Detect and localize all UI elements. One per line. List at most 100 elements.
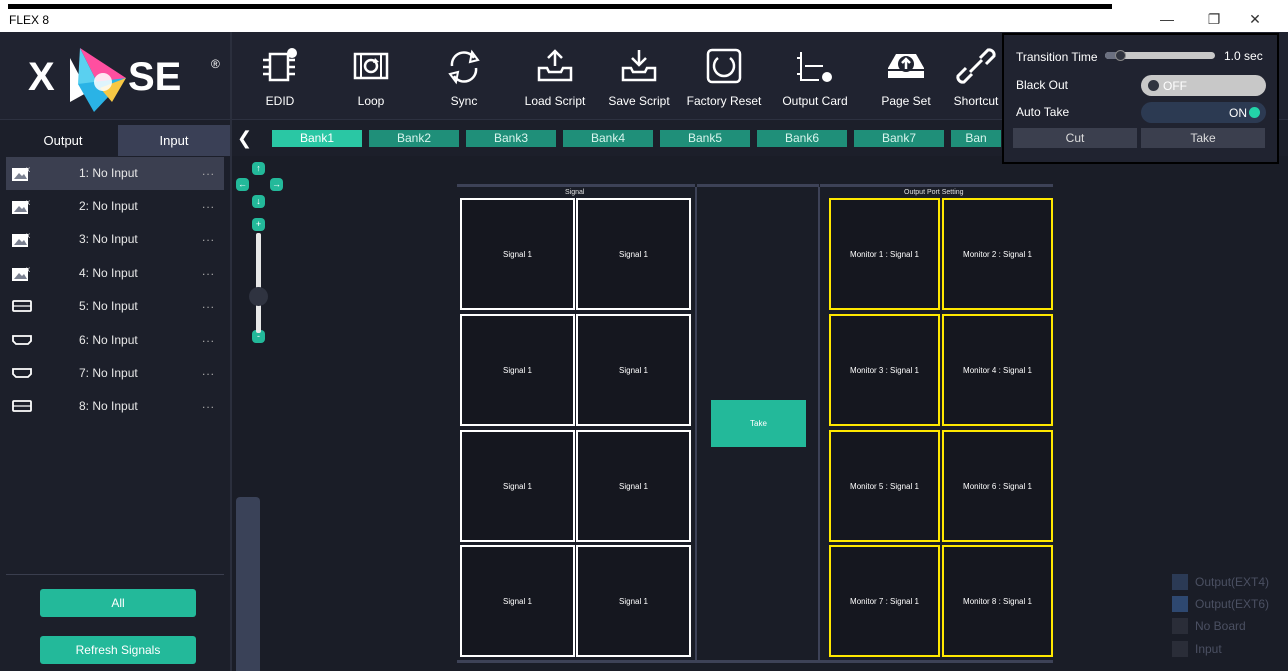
input-row-8[interactable]: 8: No Input ...	[6, 390, 224, 423]
input-more-button[interactable]: ...	[202, 197, 215, 211]
shortcut-button[interactable]: Shortcut	[948, 40, 1004, 116]
transition-time-value: 1.0 sec	[1224, 49, 1263, 63]
monitor-cell[interactable]: Monitor 3 : Signal 1	[829, 314, 940, 426]
bank-tab-8[interactable]: Ban	[951, 130, 1001, 147]
minimize-button[interactable]: —	[1150, 8, 1184, 30]
bank-tab-5[interactable]: Bank5	[660, 130, 750, 147]
input-row-6[interactable]: 6: No Input ...	[6, 324, 224, 357]
signal-cell[interactable]: Signal 1	[576, 545, 691, 657]
popup-take-button[interactable]: Take	[1141, 128, 1265, 148]
signal-cell[interactable]: Signal 1	[576, 198, 691, 310]
signal-cell[interactable]: Signal 1	[460, 198, 575, 310]
output-card-button[interactable]: Output Card	[777, 40, 853, 116]
nav-down-button[interactable]: ↓	[252, 195, 265, 208]
refresh-signals-button[interactable]: Refresh Signals	[40, 636, 196, 664]
legend-swatch	[1172, 641, 1188, 657]
zoom-in-button[interactable]: +	[252, 218, 265, 231]
input-row-2[interactable]: x 2: No Input ...	[6, 190, 224, 223]
page-set-icon	[888, 54, 924, 78]
svg-text:x: x	[26, 231, 30, 240]
input-row-7[interactable]: 7: No Input ...	[6, 357, 224, 390]
signal-panel-title: Signal	[565, 189, 585, 196]
signal-cell[interactable]: Signal 1	[460, 545, 575, 657]
input-more-button[interactable]: ...	[202, 264, 215, 278]
input-more-button[interactable]: ...	[202, 397, 215, 411]
legend-label: No Board	[1195, 619, 1246, 633]
xpose-logo: X SE ®	[28, 48, 220, 112]
load-script-button[interactable]: Load Script	[520, 40, 590, 116]
edid-button[interactable]: EDID	[252, 40, 308, 116]
page-set-label: Page Set	[881, 94, 931, 108]
svg-text:x: x	[26, 265, 30, 274]
monitor-cell[interactable]: Monitor 7 : Signal 1	[829, 545, 940, 657]
bank-tab-2[interactable]: Bank2	[369, 130, 459, 147]
save-script-button[interactable]: Save Script	[603, 40, 675, 116]
input-label: 8: No Input	[79, 399, 138, 413]
black-out-state: OFF	[1163, 79, 1187, 93]
nav-up-button[interactable]: ↑	[252, 162, 265, 175]
nav-right-button[interactable]: →	[270, 178, 283, 191]
take-button[interactable]: Take	[711, 400, 806, 447]
no-signal-icon: x	[12, 231, 30, 247]
input-more-button[interactable]: ...	[202, 230, 215, 244]
hdmi-port-icon	[12, 368, 32, 378]
signal-cell[interactable]: Signal 1	[576, 314, 691, 426]
input-row-3[interactable]: x 3: No Input ...	[6, 223, 224, 256]
vertical-scrollbar[interactable]	[236, 497, 260, 671]
output-panel-title: Output Port Setting	[904, 189, 964, 196]
input-more-button[interactable]: ...	[202, 164, 215, 178]
black-out-toggle[interactable]: OFF	[1141, 75, 1266, 96]
bank-tab-1[interactable]: Bank1	[272, 130, 362, 147]
page-set-button[interactable]: Page Set	[876, 40, 936, 116]
bank-tab-6[interactable]: Bank6	[757, 130, 847, 147]
input-sidebar: Output Input x 1: No Input ... x 2: No I…	[0, 120, 230, 671]
zoom-slider-track[interactable]	[256, 233, 261, 333]
monitor-cell[interactable]: Monitor 4 : Signal 1	[942, 314, 1053, 426]
loop-icon	[353, 52, 389, 80]
input-more-button[interactable]: ...	[202, 364, 215, 378]
shortcut-label: Shortcut	[953, 94, 999, 108]
restore-button[interactable]: ❐	[1197, 8, 1231, 30]
bank-tab-4[interactable]: Bank4	[563, 130, 653, 147]
monitor-cell[interactable]: Monitor 6 : Signal 1	[942, 430, 1053, 542]
input-row-5[interactable]: 5: No Input ...	[6, 290, 224, 323]
sync-icon	[448, 49, 480, 85]
signal-cell[interactable]: Signal 1	[460, 314, 575, 426]
output-card-icon	[797, 52, 832, 82]
zoom-slider-handle[interactable]	[249, 287, 268, 306]
monitor-cell[interactable]: Monitor 2 : Signal 1	[942, 198, 1053, 310]
monitor-cell[interactable]: Monitor 1 : Signal 1	[829, 198, 940, 310]
save-script-label: Save Script	[608, 94, 670, 108]
transition-slider-handle[interactable]	[1115, 50, 1126, 61]
monitor-cell[interactable]: Monitor 5 : Signal 1	[829, 430, 940, 542]
hdmi-port-icon	[12, 300, 32, 312]
bank-back-button[interactable]: ❮	[237, 129, 252, 147]
signal-cell[interactable]: Signal 1	[460, 430, 575, 542]
tab-input[interactable]: Input	[118, 125, 230, 156]
input-more-button[interactable]: ...	[202, 331, 215, 345]
signal-cell[interactable]: Signal 1	[576, 430, 691, 542]
no-signal-icon: x	[12, 265, 30, 281]
title-stripe	[8, 4, 1112, 9]
middle-panel-rule	[697, 184, 819, 187]
factory-reset-button[interactable]: Factory Reset	[684, 40, 764, 116]
input-row-1[interactable]: x 1: No Input ...	[6, 157, 224, 190]
bank-tab-3[interactable]: Bank3	[466, 130, 556, 147]
logo-registered: ®	[211, 57, 220, 71]
sync-button[interactable]: Sync	[436, 40, 492, 116]
all-button[interactable]: All	[40, 589, 196, 617]
bank-tab-7[interactable]: Bank7	[854, 130, 944, 147]
cut-button[interactable]: Cut	[1013, 128, 1137, 148]
close-button[interactable]: ✕	[1238, 8, 1272, 30]
input-more-button[interactable]: ...	[202, 297, 215, 311]
tab-output[interactable]: Output	[8, 125, 118, 156]
input-row-4[interactable]: x 4: No Input ...	[6, 257, 224, 290]
loop-button[interactable]: Loop	[343, 40, 399, 116]
signal-panel-rule	[457, 184, 695, 187]
auto-take-toggle[interactable]: ON	[1141, 102, 1266, 123]
monitor-cell[interactable]: Monitor 8 : Signal 1	[942, 545, 1053, 657]
nav-left-button[interactable]: ←	[236, 178, 249, 191]
app-window: FLEX 8 — ❐ ✕ X SE ® EDID Loop Sync Load …	[0, 0, 1288, 671]
sidebar-tabs: Output Input	[0, 120, 230, 156]
svg-text:x: x	[26, 165, 30, 174]
